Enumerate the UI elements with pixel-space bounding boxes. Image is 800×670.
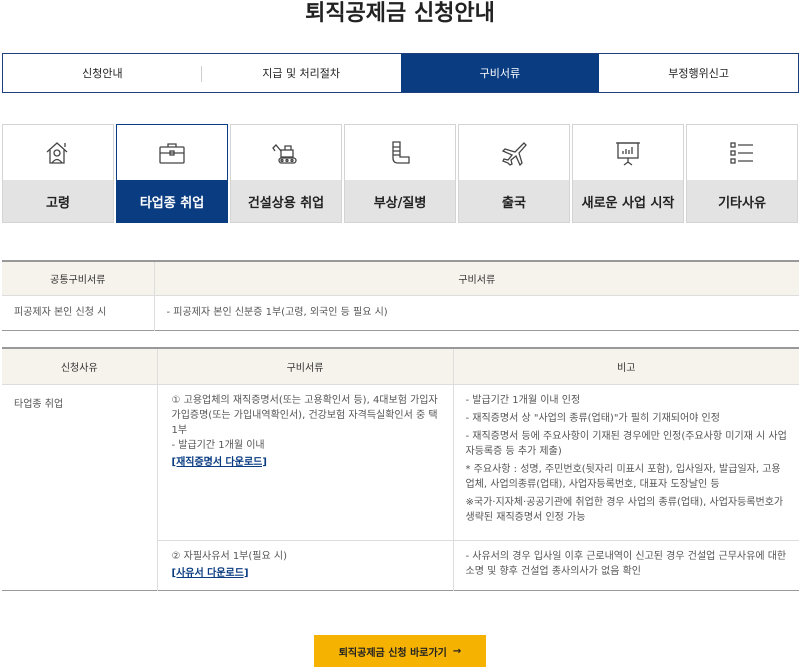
- table-header: 신청사유: [2, 348, 158, 385]
- category-other-reason[interactable]: 기타사유: [686, 124, 798, 223]
- common-documents-table: 공통구비서류 구비서류 피공제자 본인 신청 시 - 피공제자 본인 신분증 1…: [2, 260, 799, 331]
- notes-cell: - 사유서의 경우 입사일 이후 근로내역이 신고된 경우 건설업 근무사유에 …: [453, 539, 799, 590]
- docs-text: ② 자필사유서 1부(필요 시): [171, 550, 287, 562]
- table-header: 구비서류: [157, 348, 454, 385]
- list-icon: [730, 141, 753, 164]
- table-header: 구비서류: [154, 261, 799, 296]
- note-item: * 주요사항 : 성명, 주민번호(뒷자리 미표시 포함), 입사일자, 발급일…: [465, 463, 781, 490]
- table-cell: - 피공제자 본인 신분증 1부(고령, 외국인 등 필요 시): [166, 307, 388, 318]
- category-label: 건설상용 취업: [231, 180, 341, 222]
- cast-icon: [392, 140, 410, 164]
- employment-certificate-download-link[interactable]: [재직증명서 다운로드]: [172, 455, 267, 470]
- category-label: 타업종 취업: [117, 180, 227, 222]
- notes-cell: - 발급기간 1개월 이내 인정 - 재직증명서 상 "사업의 종류(업태)"가…: [453, 384, 799, 540]
- note-item: ※국가·지자체·공공기관에 취업한 경우 사업의 종류(업태), 사업자등록번호…: [465, 496, 784, 523]
- category-label: 출국: [459, 180, 569, 222]
- note-item: - 재직증명서 상 "사업의 종류(업태)"가 필히 기재되어야 인정: [465, 412, 720, 424]
- category-label: 새로운 사업 시작: [573, 180, 683, 222]
- airplane-icon: [501, 141, 527, 166]
- category-new-business[interactable]: 새로운 사업 시작: [572, 124, 684, 223]
- page-title: 퇴직공제금 신청안내: [305, 1, 495, 26]
- docs-cell: ① 고용업체의 재직증명서(또는 고용확인서 등), 4대보험 가입자 가입증명…: [157, 384, 454, 540]
- briefcase-icon: [159, 142, 185, 164]
- arrow-right-icon: →: [452, 645, 462, 657]
- excavator-icon: [272, 143, 297, 164]
- docs-subtext: - 발급기간 1개월 이내: [171, 439, 265, 451]
- table-header: 비고: [453, 348, 799, 385]
- elderly-icon: [46, 141, 68, 164]
- tab-application-guide[interactable]: 신청안내: [3, 54, 202, 92]
- detail-documents-table: 신청사유 구비서류 비고 타업종 취업 ① 고용업체의 재직증명서(또는 고용확…: [2, 347, 799, 591]
- table-cell: 피공제자 본인 신청 시: [2, 295, 155, 330]
- category-label: 고령: [3, 180, 113, 222]
- reason-letter-download-link[interactable]: [사유서 다운로드]: [172, 566, 249, 581]
- note-item: - 사유서의 경우 입사일 이후 근로내역이 신고된 경우 건설업 근무사유에 …: [465, 550, 787, 577]
- tab-fraud-report[interactable]: 부정행위신고: [599, 54, 798, 92]
- category-construction-job[interactable]: 건설상용 취업: [230, 124, 342, 223]
- reason-cell: 타업종 취업: [2, 384, 158, 590]
- note-item: - 발급기간 1개월 이내 인정: [465, 394, 581, 406]
- category-label: 부상/질병: [345, 180, 455, 222]
- category-elderly[interactable]: 고령: [2, 124, 114, 223]
- category-label: 기타사유: [687, 180, 797, 222]
- presentation-icon: [616, 141, 640, 166]
- category-injury[interactable]: 부상/질병: [344, 124, 456, 223]
- table-row: 피공제자 본인 신청 시 - 피공제자 본인 신분증 1부(고령, 외국인 등 …: [2, 295, 799, 330]
- apply-shortcut-label: 퇴직공제금 신청 바로가기: [338, 647, 447, 659]
- tab-required-documents[interactable]: 구비서류: [400, 54, 600, 92]
- category-other-job[interactable]: 타업종 취업: [116, 124, 228, 223]
- table-row: 타업종 취업 ① 고용업체의 재직증명서(또는 고용확인서 등), 4대보험 가…: [2, 384, 799, 590]
- category-departure[interactable]: 출국: [458, 124, 570, 223]
- tab-payment-process[interactable]: 지급 및 처리절차: [202, 54, 401, 92]
- category-tabs: 고령 타업종 취업 건설상용 취업 부상/질병 출국 새로운 사업 시작 기타사…: [2, 124, 799, 223]
- docs-cell: ② 자필사유서 1부(필요 시) [사유서 다운로드]: [157, 539, 454, 590]
- docs-text: ① 고용업체의 재직증명서(또는 고용확인서 등), 4대보험 가입자 가입증명…: [171, 394, 438, 436]
- table-header: 공통구비서류: [2, 261, 155, 296]
- main-tabs: 신청안내 지급 및 처리절차 구비서류 부정행위신고: [2, 53, 799, 93]
- note-item: - 재직증명서 등에 주요사항이 기재된 경우에만 인정(주요사항 미기재 시 …: [465, 430, 787, 457]
- apply-shortcut-button[interactable]: 퇴직공제금 신청 바로가기 →: [314, 635, 486, 667]
